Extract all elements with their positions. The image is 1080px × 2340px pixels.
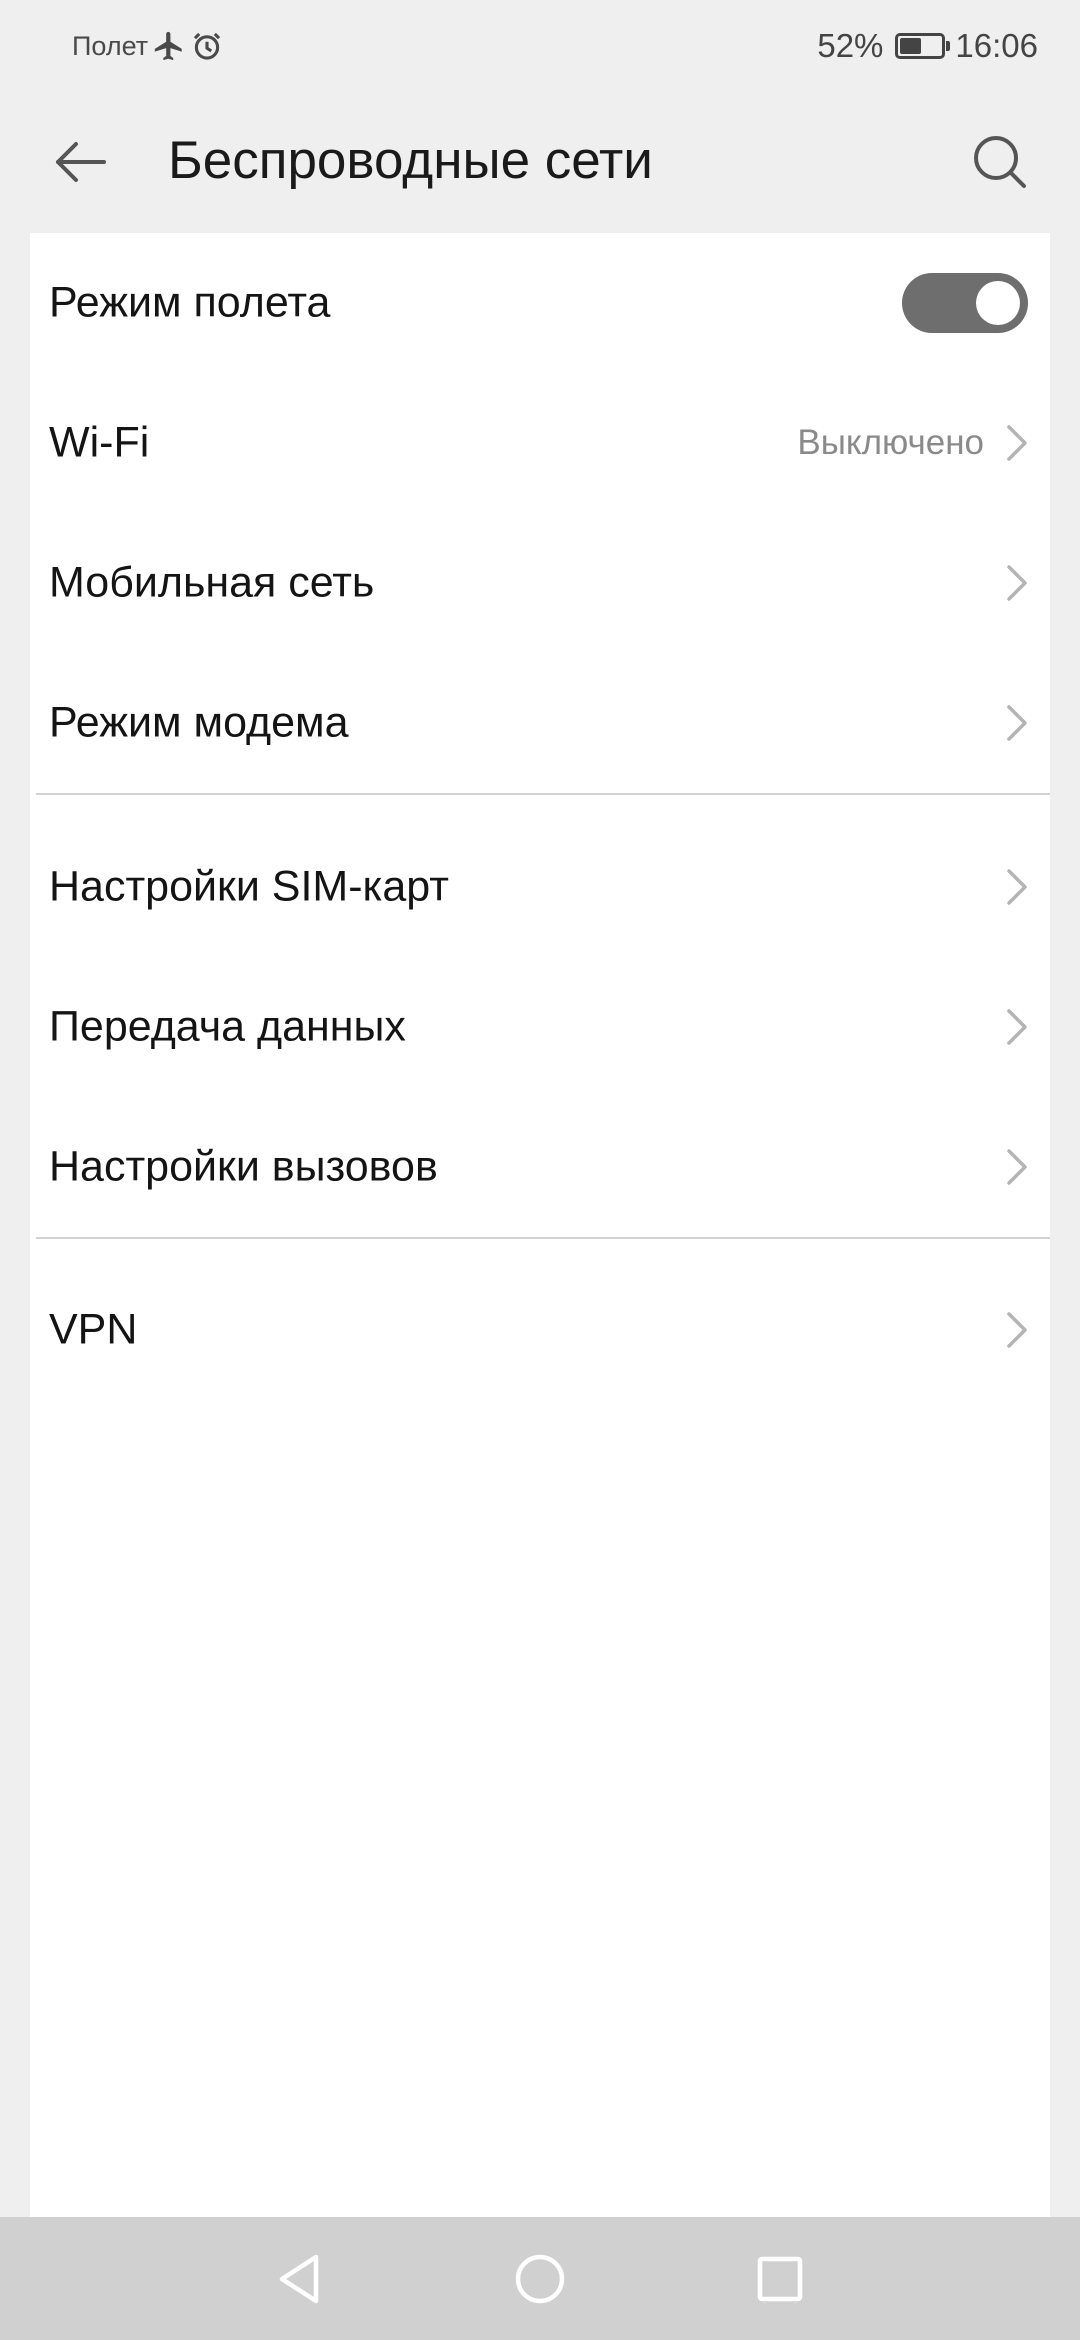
search-button[interactable] — [960, 122, 1040, 202]
clock-time: 16:06 — [955, 27, 1038, 64]
page-title: Беспроводные сети — [168, 131, 653, 190]
airplane-mode-label: Режим полета — [49, 278, 331, 327]
status-left: Полет — [72, 24, 224, 68]
chevron-right-icon — [1007, 1312, 1027, 1348]
data-transfer-label: Передача данных — [49, 1002, 406, 1051]
settings-card: Режим полета Wi-Fi Выключено Мобильная с… — [30, 233, 1050, 2217]
setting-row-vpn[interactable]: VPN — [30, 1260, 1050, 1400]
square-recents-icon — [757, 2256, 803, 2302]
section-divider — [36, 1237, 1050, 1239]
call-settings-label: Настройки вызовов — [49, 1142, 438, 1191]
arrow-left-icon — [56, 142, 106, 182]
setting-row-call-settings[interactable]: Настройки вызовов — [30, 1097, 1050, 1237]
alarm-icon — [190, 29, 224, 63]
app-header: Беспроводные сети — [0, 92, 1080, 232]
setting-row-airplane-mode[interactable]: Режим полета — [30, 233, 1050, 373]
airplane-mode-status-text: Полет — [72, 30, 149, 61]
setting-row-data-transfer[interactable]: Передача данных — [30, 957, 1050, 1097]
back-button[interactable] — [40, 122, 120, 202]
setting-row-sim-settings[interactable]: Настройки SIM-карт — [30, 817, 1050, 957]
setting-row-mobile-network[interactable]: Мобильная сеть — [30, 513, 1050, 653]
nav-back-button[interactable] — [258, 2237, 342, 2321]
mobile-network-label: Мобильная сеть — [49, 558, 375, 607]
sim-settings-label: Настройки SIM-карт — [49, 862, 449, 911]
chevron-right-icon — [1007, 705, 1027, 741]
status-right: 52% 16:06 — [817, 24, 1038, 68]
nav-recents-button[interactable] — [738, 2237, 822, 2321]
wifi-status-value: Выключено — [797, 423, 984, 462]
circle-home-icon — [515, 2254, 565, 2304]
chevron-right-icon — [1007, 425, 1027, 461]
section-divider — [36, 793, 1050, 795]
toggle-knob — [976, 281, 1020, 325]
airplane-mode-toggle[interactable] — [902, 273, 1028, 333]
vpn-label: VPN — [49, 1305, 138, 1354]
chevron-right-icon — [1007, 565, 1027, 601]
tethering-label: Режим модема — [49, 698, 349, 747]
chevron-right-icon — [1007, 869, 1027, 905]
setting-row-tethering[interactable]: Режим модема — [30, 653, 1050, 793]
battery-level-fill — [900, 38, 922, 54]
chevron-right-icon — [1007, 1009, 1027, 1045]
battery-percent: 52% — [817, 27, 884, 64]
chevron-right-icon — [1007, 1149, 1027, 1185]
nav-home-button[interactable] — [498, 2237, 582, 2321]
status-bar: Полет 52% 16:06 — [0, 0, 1080, 92]
system-nav-bar — [0, 2217, 1080, 2340]
screen: Полет 52% 16:06 Беспроводные сети Режим … — [0, 0, 1080, 2340]
search-icon — [974, 136, 1026, 188]
airplane-icon — [152, 29, 186, 63]
triangle-back-icon — [279, 2254, 319, 2304]
battery-icon — [895, 33, 951, 59]
setting-row-wifi[interactable]: Wi-Fi Выключено — [30, 373, 1050, 513]
wifi-label: Wi-Fi — [49, 418, 150, 467]
